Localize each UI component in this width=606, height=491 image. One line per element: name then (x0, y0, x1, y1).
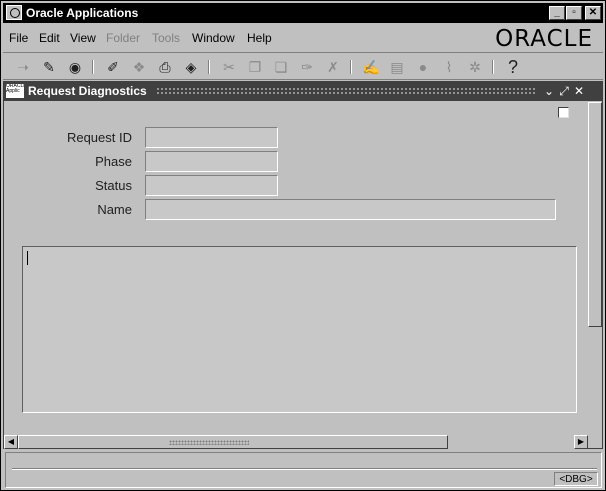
menu-view[interactable]: View (70, 31, 96, 45)
app-menu-icon[interactable] (6, 5, 22, 20)
app-title-bar[interactable]: Oracle Applications _ ▫ ✕ (3, 3, 603, 23)
window-title-bar[interactable]: ORACLE Applic Request Diagnostics ⌄ ⤢ ✕ (4, 82, 602, 101)
request-diagnostics-window: ORACLE Applic Request Diagnostics ⌄ ⤢ ✕ … (3, 81, 603, 449)
folder-tools-icon[interactable]: ✲ (465, 57, 485, 77)
new-record-icon[interactable]: ➝ (13, 57, 33, 77)
status-bar: <DBG> (5, 452, 602, 488)
close-form-icon[interactable]: ◈ (181, 57, 201, 77)
toolbar: ➝ ✎ ◉ ✐ ❖ ⎙ ◈ ✂ ❐ ❏ ✑ ✗ ✍ ▤ ● ⌇ ✲ ? (3, 52, 603, 80)
navigator-icon[interactable]: ◉ (65, 57, 85, 77)
restore-button[interactable]: ▫ (566, 6, 582, 20)
new-record-line-icon[interactable]: ✑ (297, 57, 317, 77)
status-label: Status (95, 178, 132, 193)
menu-folder[interactable]: Folder (106, 31, 140, 45)
status-divider (12, 468, 597, 470)
menu-edit[interactable]: Edit (39, 31, 60, 45)
request-id-label: Request ID (66, 130, 132, 145)
save-icon[interactable]: ✐ (103, 57, 123, 77)
request-id-field[interactable] (145, 127, 278, 148)
close-button[interactable]: ✕ (585, 6, 601, 20)
next-step-icon[interactable]: ❖ (129, 57, 149, 77)
name-field[interactable] (145, 199, 556, 220)
diagnostics-text-area[interactable] (22, 246, 577, 413)
menu-window[interactable]: Window (192, 31, 235, 45)
cut-icon[interactable]: ✂ (219, 57, 239, 77)
vertical-scrollbar[interactable] (588, 102, 602, 447)
window-minimize-button[interactable]: ⌄ (542, 83, 556, 99)
vertical-scroll-thumb[interactable] (588, 102, 602, 327)
menu-file[interactable]: File (9, 31, 28, 45)
minimize-button[interactable]: _ (549, 6, 565, 20)
find-icon[interactable]: ✎ (39, 57, 59, 77)
delete-record-icon[interactable]: ✗ (323, 57, 343, 77)
debug-indicator: <DBG> (554, 472, 598, 486)
translations-icon[interactable]: ● (413, 57, 433, 77)
name-label: Name (97, 202, 132, 217)
status-field[interactable] (145, 175, 278, 196)
scroll-grip (169, 440, 249, 445)
edit-field-icon[interactable]: ✍ (361, 57, 381, 77)
diagnostics-checkbox[interactable] (558, 107, 569, 118)
scroll-left-button[interactable]: ◀ (4, 435, 18, 449)
window-close-button[interactable]: ✕ (572, 83, 586, 99)
print-icon[interactable]: ⎙ (155, 57, 175, 77)
toolbar-separator (92, 60, 94, 74)
toolbar-separator (492, 60, 494, 74)
zoom-icon[interactable]: ▤ (387, 57, 407, 77)
paste-icon[interactable]: ❏ (271, 57, 291, 77)
scroll-right-button[interactable]: ▶ (574, 435, 588, 449)
toolbar-separator (208, 60, 210, 74)
menu-help[interactable]: Help (247, 31, 272, 45)
oracle-applications-window: Oracle Applications _ ▫ ✕ File Edit View… (0, 0, 606, 491)
app-title: Oracle Applications (26, 6, 139, 20)
status-message (12, 472, 549, 486)
horizontal-scroll-thumb[interactable] (18, 435, 448, 449)
menu-bar: File Edit View Folder Tools Window Help … (3, 25, 603, 52)
copy-icon[interactable]: ❐ (245, 57, 265, 77)
window-icon: ORACLE Applic (6, 84, 24, 98)
attachments-icon[interactable]: ⌇ (439, 57, 459, 77)
oracle-logo: ORACLE (495, 26, 593, 52)
toolbar-separator (350, 60, 352, 74)
window-title: Request Diagnostics (28, 84, 147, 98)
menu-tools[interactable]: Tools (152, 31, 180, 45)
help-icon[interactable]: ? (503, 57, 523, 77)
phase-field[interactable] (145, 151, 278, 172)
horizontal-scrollbar[interactable]: ◀ ▶ (4, 435, 588, 449)
title-bar-texture (156, 87, 536, 96)
window-maximize-button[interactable]: ⤢ (557, 83, 571, 99)
text-caret (27, 251, 28, 265)
phase-label: Phase (95, 154, 132, 169)
